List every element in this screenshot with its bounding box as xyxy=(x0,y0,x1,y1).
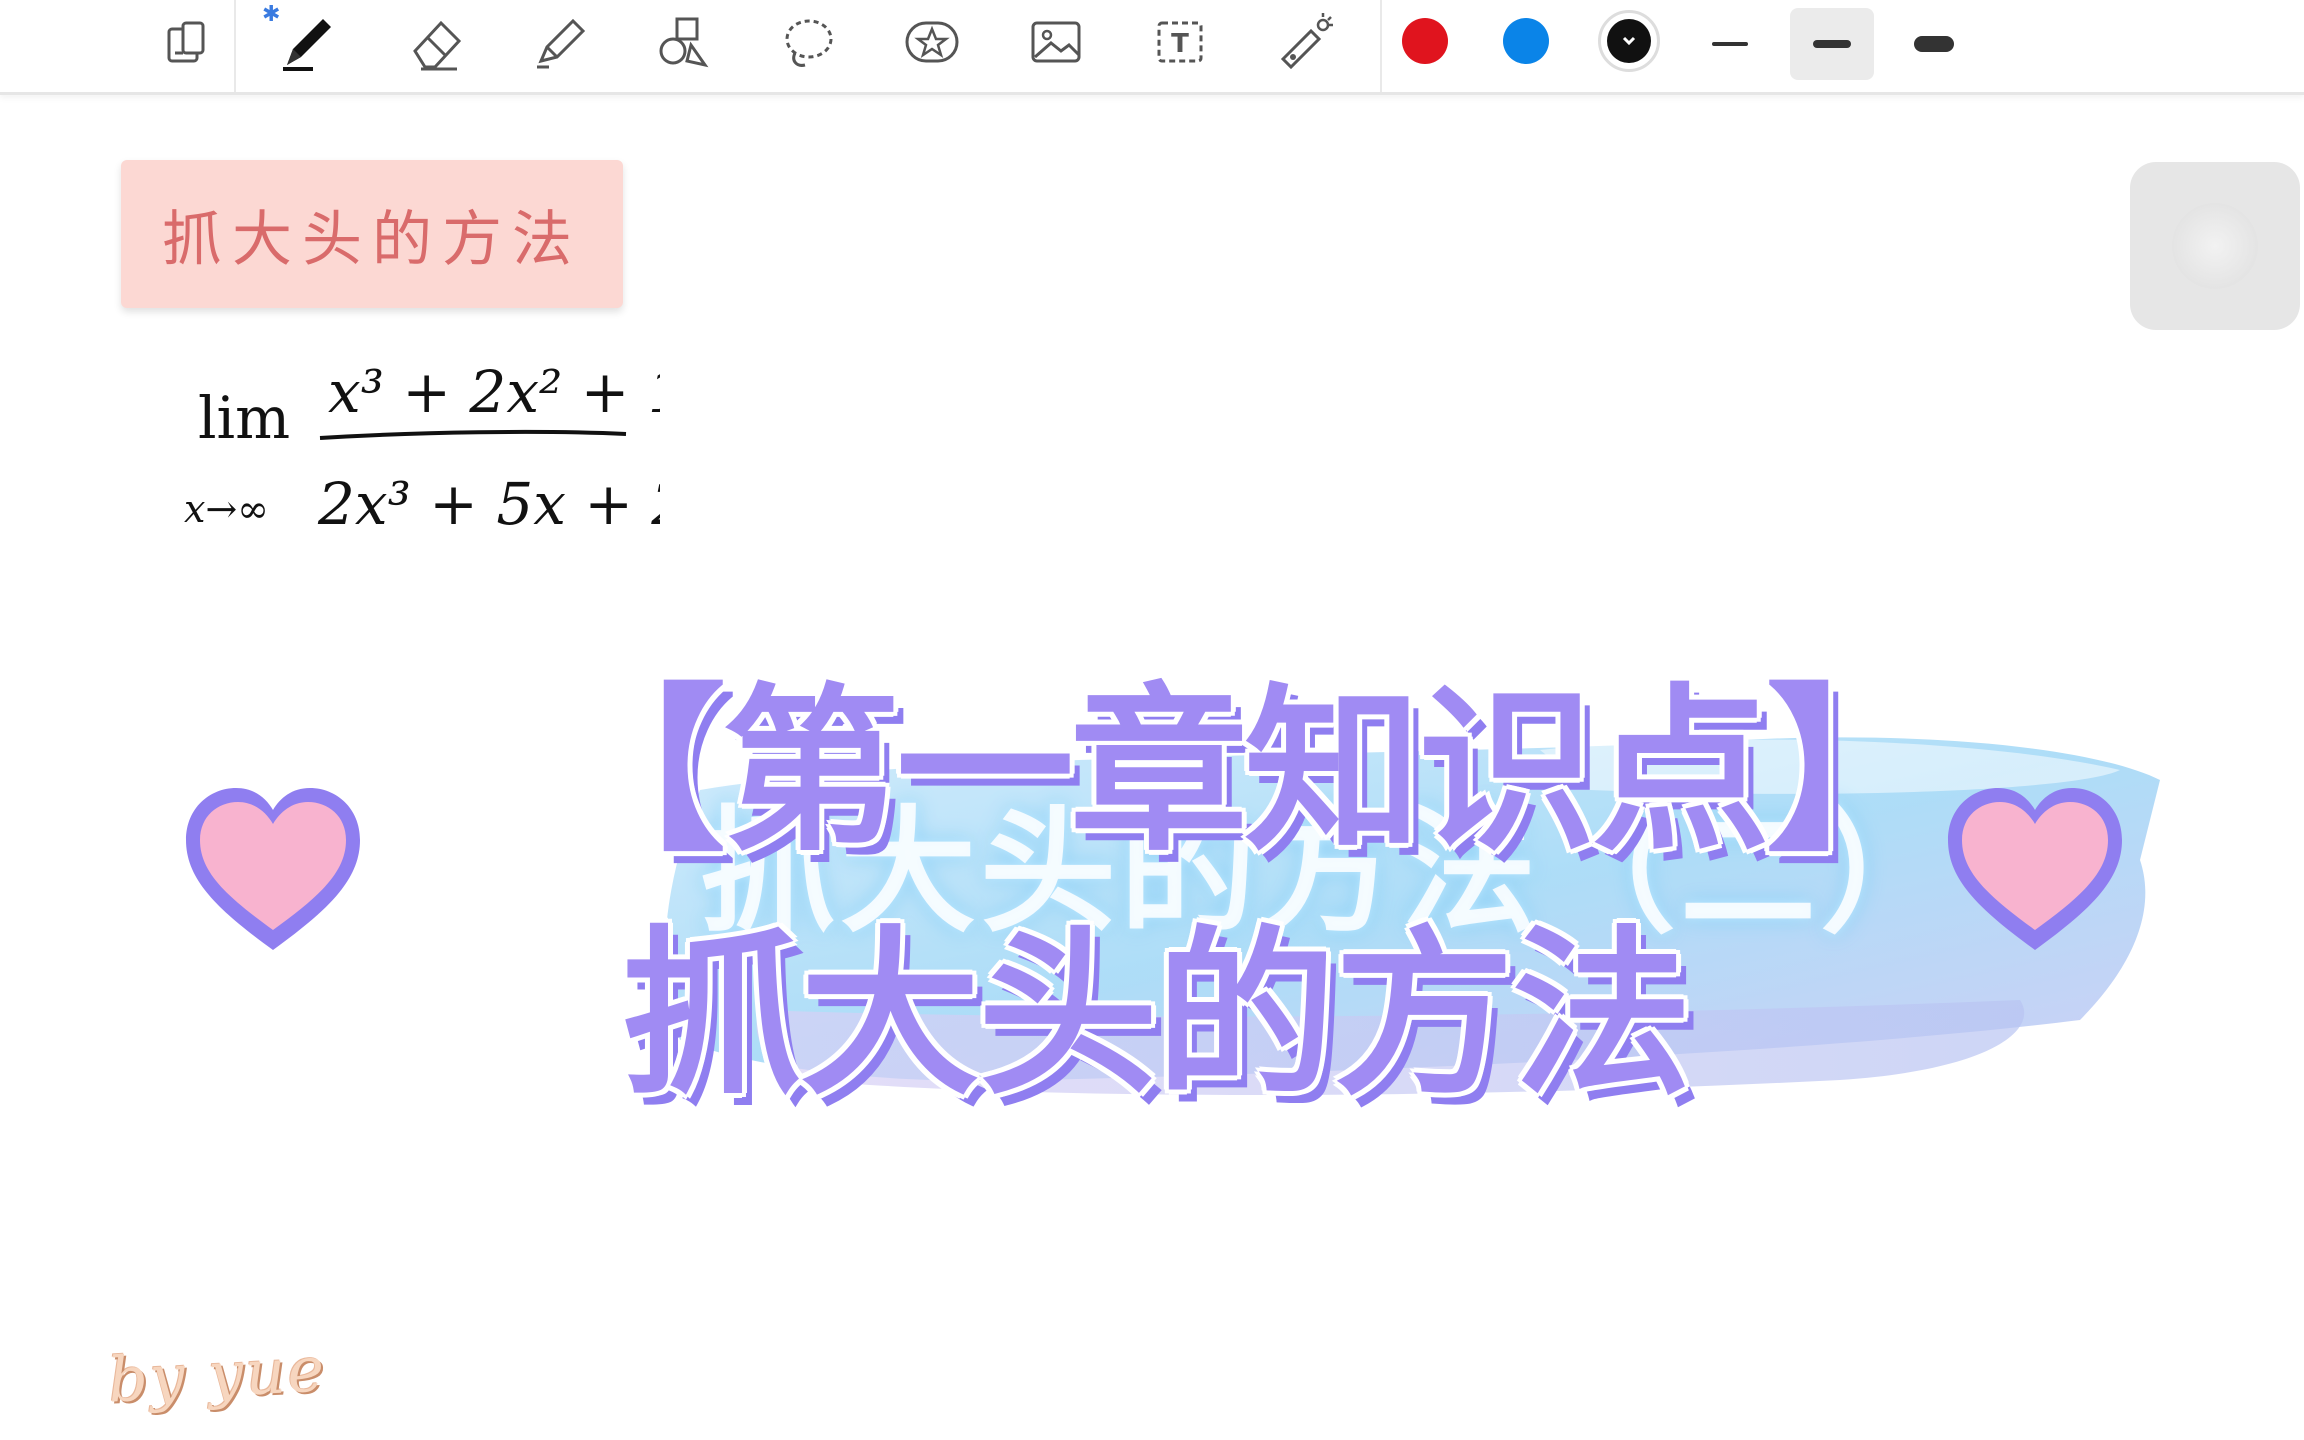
color-swatch-red[interactable] xyxy=(1402,18,1448,64)
floating-button-dot xyxy=(2172,203,2258,289)
eraser-icon[interactable] xyxy=(398,8,474,76)
stroke-width-medium[interactable] xyxy=(1790,8,1874,80)
chevron-down-icon xyxy=(1622,36,1636,46)
stroke-width-thin[interactable] xyxy=(1688,8,1772,80)
overlay-title-line2: 抓大头的方法 xyxy=(622,911,1692,1120)
stroke-width-thick[interactable] xyxy=(1892,8,1976,80)
page-view-icon[interactable] xyxy=(148,8,224,76)
heart-icon-left xyxy=(178,780,368,960)
selected-color-indicator xyxy=(1607,19,1651,63)
formula-lim: lim xyxy=(198,384,290,452)
toolbar-divider xyxy=(234,0,236,92)
text-tool-glyph: T xyxy=(1171,29,1189,59)
signature-watermark: by yue xyxy=(106,1332,328,1417)
formula-denominator: 2x³ + 5x + 2 xyxy=(317,470,660,538)
fraction-bar xyxy=(319,429,627,440)
toolbar-divider xyxy=(1380,0,1382,92)
color-swatch-black[interactable] xyxy=(1598,10,1660,72)
text-icon[interactable]: T xyxy=(1142,8,1218,76)
note-title: 抓大头的方法 xyxy=(162,204,582,275)
color-swatch-blue[interactable] xyxy=(1503,18,1549,64)
formula-subscript: x→∞ xyxy=(184,487,269,531)
image-icon[interactable] xyxy=(1018,8,1094,76)
lasso-icon[interactable] xyxy=(770,8,846,76)
shapes-icon[interactable] xyxy=(646,8,722,76)
toolbar: ✱ T xyxy=(0,0,2304,95)
highlighter-icon[interactable] xyxy=(522,8,598,76)
formula-numerator: x³ + 2x² + 1 xyxy=(328,358,660,426)
floating-assistive-button[interactable] xyxy=(2130,162,2300,330)
heart-icon-right xyxy=(1940,780,2130,960)
pen-icon[interactable] xyxy=(268,8,344,76)
handwritten-formula: lim x→∞ x³ + 2x² + 1 2x³ + 5x + 2 xyxy=(184,358,660,538)
overlay-title-line1: 【第一章知识点】 xyxy=(548,668,1944,875)
laser-pointer-icon[interactable] xyxy=(1266,8,1342,76)
note-title-box[interactable]: 抓大头的方法 xyxy=(121,160,623,308)
sticker-icon[interactable] xyxy=(894,8,970,76)
